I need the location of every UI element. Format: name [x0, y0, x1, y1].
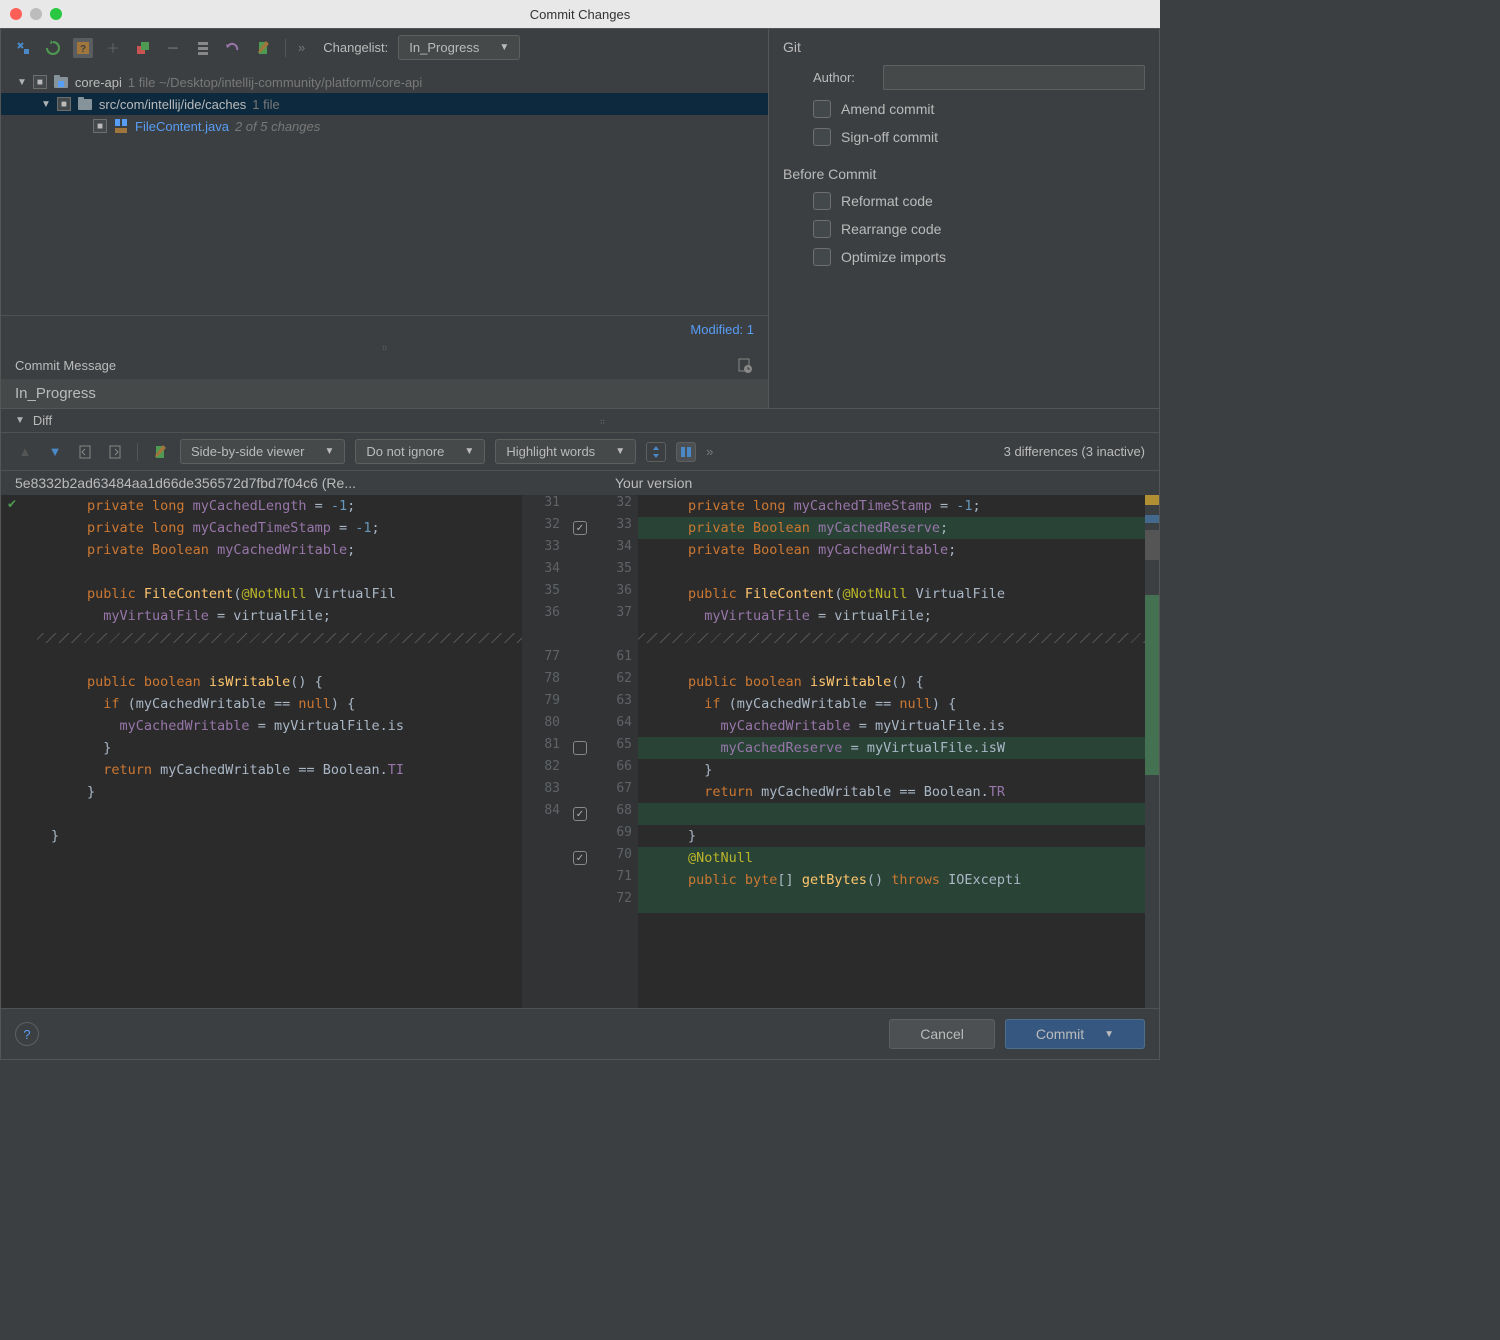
right-revision-title: Your version [545, 475, 1145, 491]
scroll-marker[interactable] [1145, 495, 1159, 1008]
group-by-icon[interactable] [193, 38, 213, 58]
amend-label: Amend commit [841, 101, 934, 117]
compare-prev-file-icon[interactable] [75, 442, 95, 462]
amend-checkbox[interactable] [813, 100, 831, 118]
diff-section-label: Diff [33, 413, 52, 428]
titlebar: Commit Changes [0, 0, 1160, 28]
disclosure-triangle-icon[interactable]: ▼ [17, 77, 27, 88]
rearrange-checkbox[interactable] [813, 220, 831, 238]
tree-module-row[interactable]: ▼ ■ core-api 1 file ~/Desktop/intellij-c… [1, 71, 768, 93]
commit-message-input[interactable] [1, 379, 768, 408]
tree-folder-row[interactable]: ▼ ■ src/com/intellij/ide/caches 1 file [1, 93, 768, 115]
undo-icon[interactable] [223, 38, 243, 58]
window-title: Commit Changes [0, 7, 1160, 22]
checkbox-partial-icon[interactable]: ■ [57, 97, 71, 111]
diff-toolbar: ▲ ▼ Side-by-side viewer ▼ Do not ignore … [1, 432, 1159, 471]
compare-next-file-icon[interactable] [105, 442, 125, 462]
signoff-checkbox[interactable] [813, 128, 831, 146]
chevron-down-icon: ▼ [464, 446, 474, 457]
tree-file-row[interactable]: ■ FileContent.java 2 of 5 changes [1, 115, 768, 137]
commit-message-label: Commit Message [15, 358, 116, 373]
overflow-chevrons-icon[interactable]: » [706, 444, 713, 459]
edit-source-icon[interactable] [150, 442, 170, 462]
changelist-select[interactable]: In_Progress ▼ [398, 35, 520, 60]
highlight-mode-select[interactable]: Highlight words ▼ [495, 439, 636, 464]
checkbox-partial-icon[interactable]: ■ [33, 75, 47, 89]
svg-text:?: ? [80, 44, 86, 55]
disclosure-triangle-icon[interactable]: ▼ [41, 99, 51, 110]
help-button[interactable]: ? [15, 1022, 39, 1046]
reformat-label: Reformat code [841, 193, 933, 209]
sync-scroll-icon[interactable] [676, 442, 696, 462]
add-icon[interactable]: ＋ [103, 38, 123, 58]
commit-toolbar: ? ＋ ─ » Changelist: In_Progress ▼ [1, 29, 768, 67]
prev-diff-icon[interactable]: ▲ [15, 442, 35, 462]
ignore-mode-select[interactable]: Do not ignore ▼ [355, 439, 485, 464]
chevron-down-icon: ▼ [615, 446, 625, 457]
show-diff-icon[interactable] [13, 38, 33, 58]
chevron-down-icon: ▼ [499, 42, 509, 53]
file-meta: 2 of 5 changes [235, 119, 320, 134]
git-section-title: Git [783, 39, 1145, 55]
module-icon [53, 74, 69, 90]
changelist-value: In_Progress [409, 40, 479, 55]
collapse-unchanged-icon[interactable] [646, 442, 666, 462]
refresh-icon[interactable] [43, 38, 63, 58]
checkbox-partial-icon[interactable]: ■ [93, 119, 107, 133]
diff-viewer[interactable]: ✔ private long myCachedLength = -1;priva… [1, 495, 1159, 1008]
chevron-down-icon: ▼ [324, 446, 334, 457]
module-name: core-api [75, 75, 122, 90]
checkmark-icon: ✔ [7, 497, 17, 511]
rearrange-label: Rearrange code [841, 221, 941, 237]
diff-disclosure-icon[interactable]: ▼ [15, 415, 25, 426]
remove-icon[interactable]: ─ [163, 38, 183, 58]
changelist-label: Changelist: [323, 40, 388, 55]
before-commit-title: Before Commit [783, 166, 1145, 182]
folder-meta: 1 file [252, 97, 279, 112]
author-input[interactable] [883, 65, 1145, 90]
folder-name: src/com/intellij/ide/caches [99, 97, 246, 112]
toolbar-separator [285, 39, 286, 57]
right-code-pane[interactable]: 323334353637616263646566676869707172 pri… [594, 495, 1159, 1008]
viewer-mode-select[interactable]: Side-by-side viewer ▼ [180, 439, 345, 464]
history-icon[interactable] [734, 355, 754, 375]
overflow-chevrons-icon[interactable]: » [298, 40, 305, 55]
move-changelist-icon[interactable] [133, 38, 153, 58]
author-label: Author: [813, 70, 873, 85]
left-code-pane[interactable]: ✔ private long myCachedLength = -1;priva… [1, 495, 566, 1008]
modified-status: Modified: 1 [1, 315, 768, 343]
reformat-checkbox[interactable] [813, 192, 831, 210]
changes-tree[interactable]: ▼ ■ core-api 1 file ~/Desktop/intellij-c… [1, 67, 768, 315]
commit-options-panel: Git Author: Amend commit Sign-off commit… [769, 29, 1159, 408]
optimize-label: Optimize imports [841, 249, 946, 265]
edit-icon[interactable] [253, 38, 273, 58]
module-meta: 1 file ~/Desktop/intellij-community/plat… [128, 75, 422, 90]
resize-handle[interactable]: ⠶ [60, 417, 1145, 425]
toolbar-separator [137, 443, 138, 461]
new-changelist-icon[interactable]: ? [73, 38, 93, 58]
left-revision-title: 5e8332b2ad63484aa1d66de356572d7fbd7f04c6… [15, 475, 545, 491]
file-name: FileContent.java [135, 119, 229, 134]
resize-handle[interactable]: ⠶ [1, 343, 768, 351]
chevron-down-icon: ▼ [1104, 1029, 1114, 1040]
next-diff-icon[interactable]: ▼ [45, 442, 65, 462]
signoff-label: Sign-off commit [841, 129, 938, 145]
optimize-checkbox[interactable] [813, 248, 831, 266]
cancel-button[interactable]: Cancel [889, 1019, 995, 1049]
diff-summary: 3 differences (3 inactive) [1004, 444, 1145, 459]
folder-icon [77, 96, 93, 112]
commit-button[interactable]: Commit ▼ [1005, 1019, 1145, 1049]
java-file-icon [113, 118, 129, 134]
